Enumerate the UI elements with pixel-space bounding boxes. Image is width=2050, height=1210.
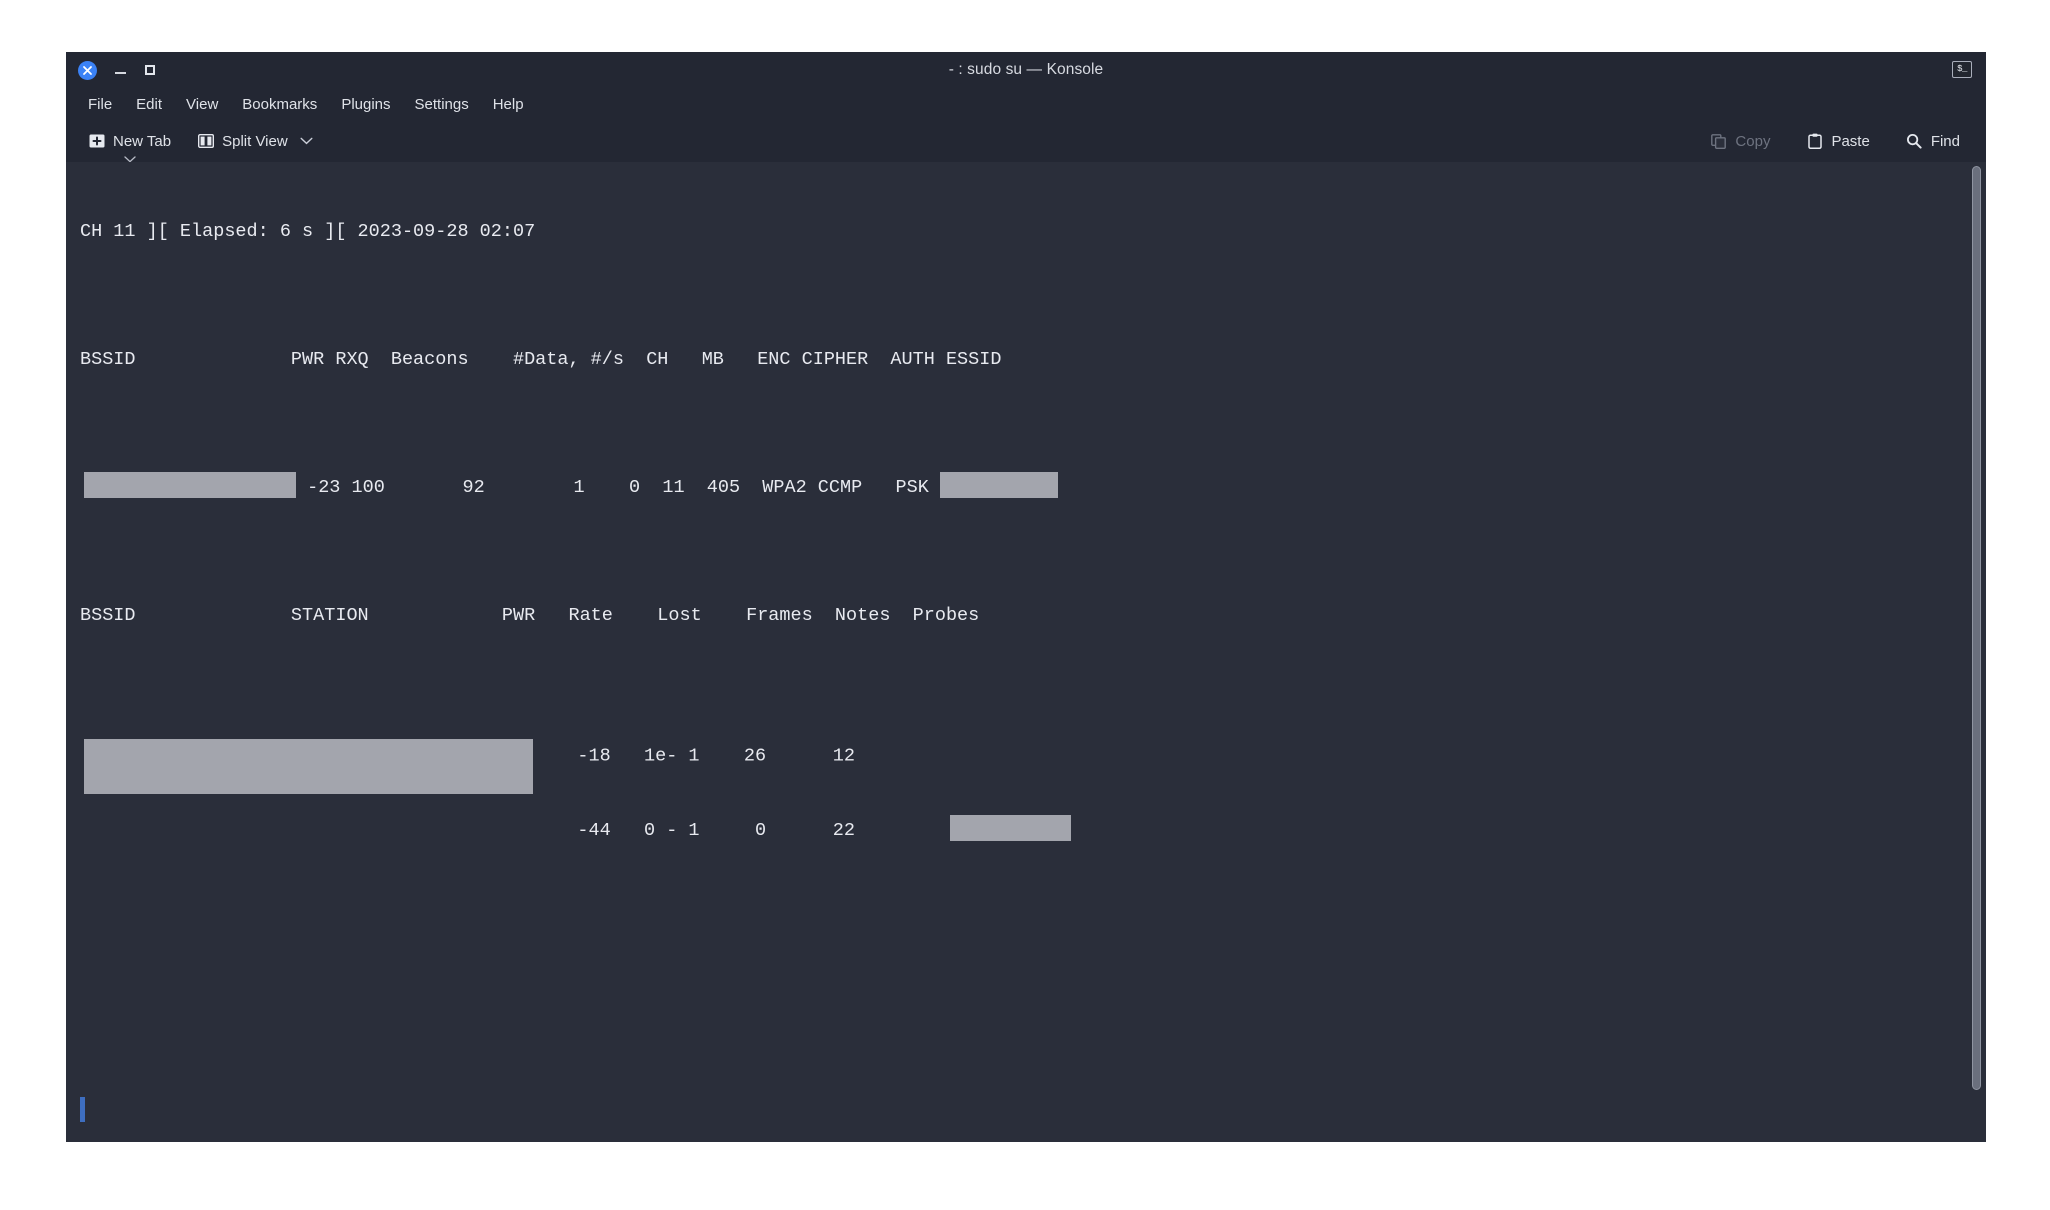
copy-label: Copy: [1735, 132, 1771, 150]
menu-item-view[interactable]: View: [174, 93, 230, 116]
toolbar-right-group: Copy Paste Find: [1702, 129, 1968, 154]
terminal-profile-glyph: $_: [1957, 64, 1967, 74]
split-view-label: Split View: [222, 132, 288, 150]
terminal-cursor: [80, 1097, 85, 1122]
station-table-row: -44 0 - 1 0 22: [80, 815, 1986, 847]
split-view-button[interactable]: Split View: [189, 129, 321, 154]
terminal-scrollbar[interactable]: [1971, 162, 1982, 1142]
menu-item-plugins[interactable]: Plugins: [329, 93, 402, 116]
menu-bar: File Edit View Bookmarks Plugins Setting…: [66, 88, 1986, 120]
new-tab-button[interactable]: New Tab: [80, 129, 179, 162]
terminal-profile-icon[interactable]: $_: [1952, 61, 1972, 78]
paste-icon: [1806, 133, 1823, 150]
new-tab-icon: [88, 133, 105, 150]
paste-button[interactable]: Paste: [1798, 129, 1877, 154]
main-toolbar: New Tab Split View Copy Paste Find: [66, 120, 1986, 162]
station-bssid-redaction: [84, 739, 533, 794]
menu-item-help[interactable]: Help: [481, 93, 536, 116]
airodump-status-line: CH 11 ][ Elapsed: 6 s ][ 2023-09-28 02:0…: [80, 221, 536, 242]
copy-button[interactable]: Copy: [1702, 129, 1778, 154]
paste-label: Paste: [1831, 132, 1870, 150]
ap-bssid-redaction: [84, 472, 296, 499]
toolbar-left-group: New Tab Split View: [80, 129, 321, 162]
find-button[interactable]: Find: [1898, 129, 1968, 154]
konsole-window: - : sudo su — Konsole $_ File Edit View …: [66, 52, 1986, 1142]
terminal-output: CH 11 ][ Elapsed: 6 s ][ 2023-09-28 02:0…: [66, 162, 1986, 1142]
title-bar: - : sudo su — Konsole $_: [66, 52, 1986, 88]
ap-essid-redaction: [939, 472, 1058, 499]
menu-item-bookmarks[interactable]: Bookmarks: [230, 93, 329, 116]
new-tab-label: New Tab: [113, 132, 172, 150]
ap-table-row: -23 100 92 1 0 11 405 WPA2 CCMP PSK: [80, 472, 1986, 504]
ap-table-header: BSSID PWR RXQ Beacons #Data, #/s CH MB E…: [80, 349, 1002, 370]
ap-row-values: -23 100 92 1 0 11 405 WPA2 CCMP PSK: [296, 477, 940, 498]
copy-icon: [1710, 133, 1727, 150]
menu-item-edit[interactable]: Edit: [124, 93, 174, 116]
station-table-row: -18 1e- 1 26 12: [80, 728, 1986, 794]
window-title: - : sudo su — Konsole: [948, 61, 1104, 78]
find-label: Find: [1930, 132, 1960, 150]
menu-item-file[interactable]: File: [76, 93, 124, 116]
menu-item-settings[interactable]: Settings: [403, 93, 481, 116]
station-table-header: BSSID STATION PWR Rate Lost Frames Notes…: [80, 605, 980, 626]
station-row-2-values: -44 0 - 1 0 22: [533, 820, 855, 841]
split-view-chevron-down-icon[interactable]: [300, 137, 313, 145]
terminal-area[interactable]: CH 11 ][ Elapsed: 6 s ][ 2023-09-28 02:0…: [66, 162, 1986, 1142]
station-row-1-values: -18 1e- 1 26 12: [533, 745, 855, 767]
split-view-icon: [197, 133, 214, 150]
station-probes-redaction: [949, 815, 1071, 842]
search-icon: [1906, 133, 1923, 150]
scrollbar-thumb[interactable]: [1972, 166, 1981, 1090]
